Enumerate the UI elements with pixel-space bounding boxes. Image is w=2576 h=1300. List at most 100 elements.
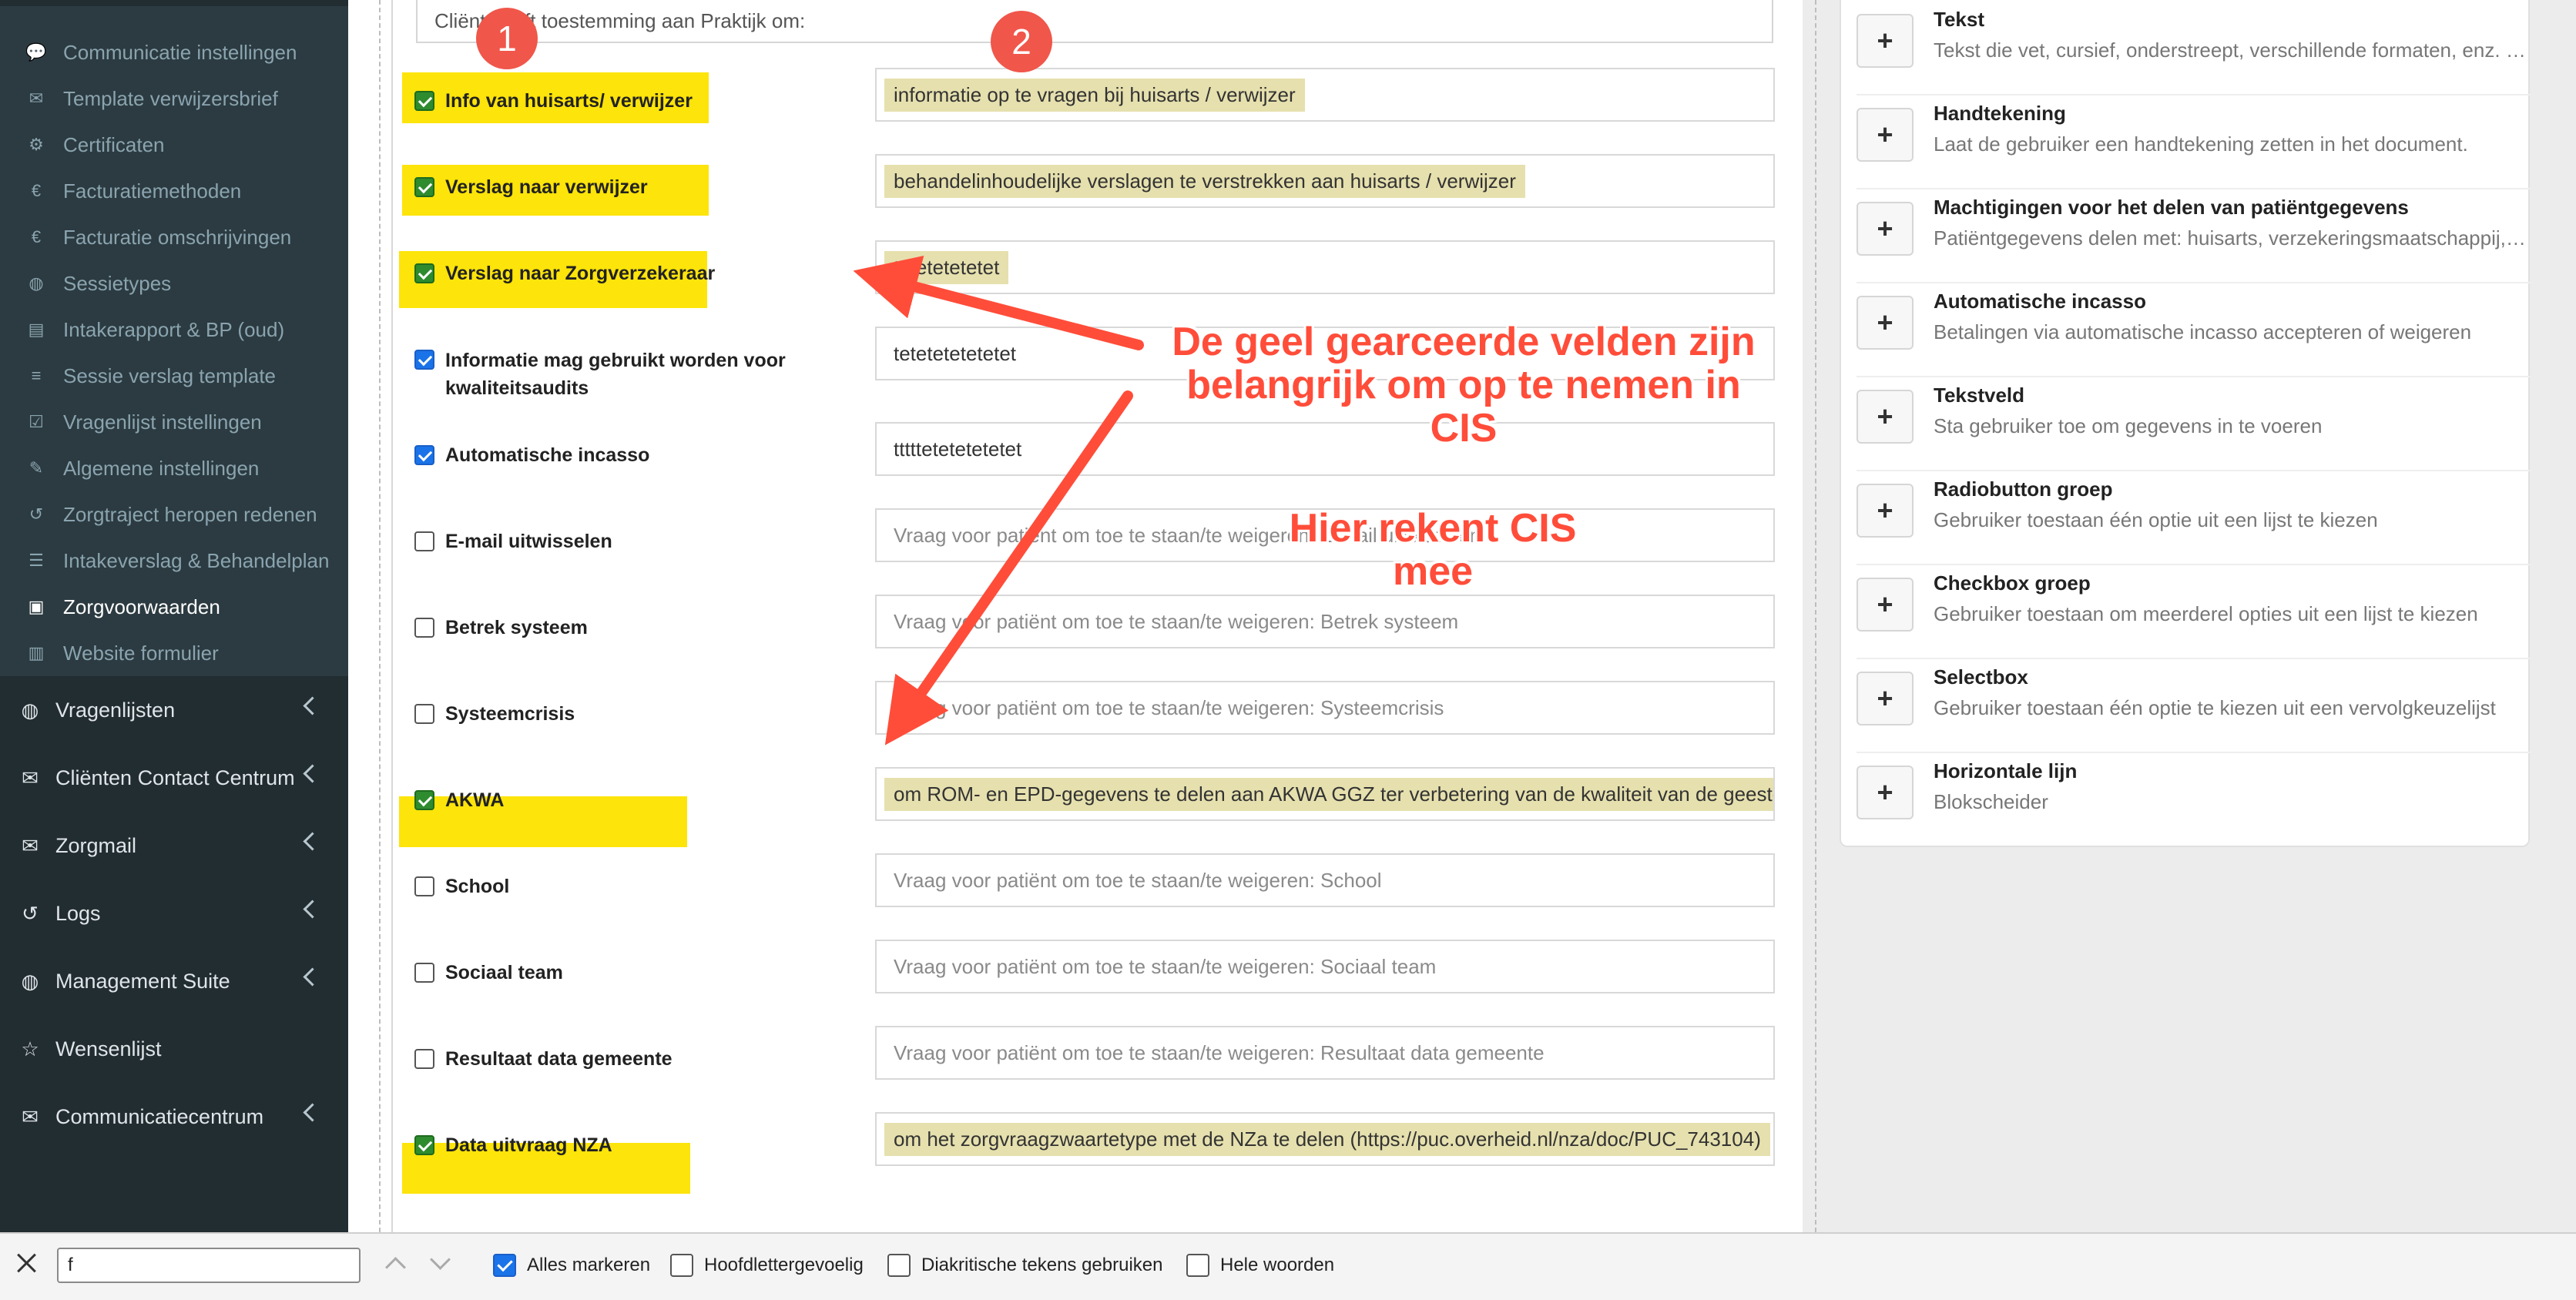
- sidebar-item-label: Cliënten Contact Centrum: [55, 766, 295, 789]
- component-description: Blokscheider: [1934, 790, 2048, 813]
- consent-intro-field[interactable]: Cliënt geeft toestemming aan Praktijk om…: [416, 0, 1773, 43]
- sidebar-item[interactable]: ↺ Logs: [0, 880, 348, 947]
- find-option-checkbox[interactable]: [1186, 1254, 1209, 1277]
- consent-checkbox[interactable]: [414, 704, 434, 724]
- component-description: Betalingen via automatische incasso acce…: [1934, 320, 2472, 343]
- add-component-button[interactable]: +: [1857, 296, 1914, 350]
- checklist-icon: ☑: [29, 412, 44, 431]
- consent-checkbox[interactable]: [414, 876, 434, 896]
- find-option[interactable]: Hele woorden: [1186, 1254, 1334, 1277]
- field-placeholder: Vraag voor patiënt om toe te staan/te we…: [894, 868, 1382, 892]
- find-option-checkbox[interactable]: [493, 1254, 516, 1277]
- consent-label: School: [445, 876, 510, 897]
- component-item: + Horizontale lijn Blokscheider: [1857, 753, 2531, 846]
- sidebar-subitem[interactable]: ▤ Intakerapport & BP (oud): [0, 307, 348, 353]
- component-description: Gebruiker toestaan één optie uit een lij…: [1934, 508, 2378, 531]
- globe-icon: ◍: [29, 273, 44, 293]
- sidebar-item[interactable]: ☆ Wensenlijst: [0, 1015, 348, 1083]
- sidebar-subitem[interactable]: ✎ Algemene instellingen: [0, 445, 348, 491]
- find-option[interactable]: Diakritische tekens gebruiken: [887, 1254, 1163, 1277]
- envelope-icon: ✉: [22, 1104, 39, 1128]
- consent-text-field[interactable]: Vraag voor patiënt om toe te staan/te we…: [875, 853, 1775, 907]
- consent-text-field[interactable]: om ROM- en EPD-gegevens te delen aan AKW…: [875, 767, 1775, 821]
- consent-label: Verslag naar Zorgverzekeraar: [445, 263, 716, 284]
- consent-text-field[interactable]: tetetetetetet: [875, 240, 1775, 294]
- consent-text-field[interactable]: Vraag voor patiënt om toe te staan/te we…: [875, 681, 1775, 735]
- consent-checkbox[interactable]: [414, 177, 434, 197]
- consent-checkbox[interactable]: [414, 91, 434, 111]
- consent-text-field[interactable]: informatie op te vragen bij huisarts / v…: [875, 68, 1775, 122]
- consent-text-field[interactable]: om het zorgvraagzwaartetype met de NZa t…: [875, 1112, 1775, 1166]
- find-option[interactable]: Hoofdlettergevoelig: [670, 1254, 864, 1277]
- sidebar-subitem[interactable]: ↺ Zorgtraject heropen redenen: [0, 491, 348, 538]
- sidebar-subitem[interactable]: ▣ Zorgvoorwaarden: [0, 584, 348, 630]
- sidebar-subitem[interactable]: € Facturatiemethoden: [0, 168, 348, 214]
- sidebar-subitem[interactable]: ⚙ Certificaten: [0, 122, 348, 168]
- find-option[interactable]: Alles markeren: [493, 1254, 650, 1277]
- consent-checkbox[interactable]: [414, 350, 434, 370]
- add-component-button[interactable]: +: [1857, 484, 1914, 538]
- field-value: behandelinhoudelijke verslagen te verstr…: [884, 164, 1525, 198]
- consent-checkbox[interactable]: [414, 618, 434, 638]
- consent-text-field[interactable]: Vraag voor patiënt om toe te staan/te we…: [875, 1026, 1775, 1080]
- sidebar-subitem[interactable]: ▥ Website formulier: [0, 630, 348, 676]
- add-component-button[interactable]: +: [1857, 672, 1914, 725]
- find-option-checkbox[interactable]: [670, 1254, 693, 1277]
- consent-checkbox[interactable]: [414, 263, 434, 283]
- envelope-icon: ✉: [22, 766, 39, 789]
- component-description: Gebruiker toestaan om meerderel opties u…: [1934, 602, 2478, 625]
- briefcase-icon: ▥: [28, 643, 45, 662]
- consent-checkbox[interactable]: [414, 445, 434, 465]
- consent-checkbox[interactable]: [414, 1135, 434, 1155]
- consent-label: Info van huisarts/ verwijzer: [445, 90, 693, 112]
- sidebar-item[interactable]: ✉ Communicatiecentrum: [0, 1083, 348, 1151]
- consent-label: Informatie mag gebruikt worden voor kwal…: [445, 350, 786, 399]
- add-component-button[interactable]: +: [1857, 578, 1914, 632]
- sidebar-subitem[interactable]: ◍ Sessietypes: [0, 260, 348, 307]
- consent-label: Systeemcrisis: [445, 703, 575, 725]
- component-description: Tekst die vet, cursief, onderstreept, ve…: [1934, 39, 2527, 62]
- sidebar-subitem[interactable]: € Facturatie omschrijvingen: [0, 214, 348, 260]
- sidebar-item[interactable]: ◍ Vragenlijsten: [0, 676, 348, 744]
- globe-icon: ◍: [21, 969, 39, 993]
- sidebar-item[interactable]: ◍ Management Suite: [0, 947, 348, 1015]
- find-previous-icon[interactable]: [385, 1257, 406, 1278]
- sidebar-subitem[interactable]: ≡ Sessie verslag template: [0, 353, 348, 399]
- consent-checkbox[interactable]: [414, 790, 434, 810]
- sidebar-subitem-label: Website formulier: [63, 641, 219, 665]
- envelope-icon: ✉: [22, 833, 39, 857]
- sidebar-item[interactable]: ✉ Zorgmail: [0, 812, 348, 880]
- consent-checkbox[interactable]: [414, 963, 434, 983]
- close-icon[interactable]: [14, 1251, 39, 1275]
- component-item: + Radiobutton groep Gebruiker toestaan één…: [1857, 471, 2531, 565]
- add-component-button[interactable]: +: [1857, 766, 1914, 819]
- annotation-callout-sub: Hier rekent CIS mee: [1289, 506, 1577, 594]
- add-component-button[interactable]: +: [1857, 108, 1914, 162]
- sidebar-subitem[interactable]: ☰ Intakeverslag & Behandelplan: [0, 538, 348, 584]
- find-option-label: Hoofdlettergevoelig: [704, 1255, 864, 1275]
- component-item: + Tekst Tekst die vet, cursief, onderstree…: [1857, 2, 2531, 95]
- add-component-button[interactable]: +: [1857, 14, 1914, 68]
- sidebar-item-label: Communicatiecentrum: [55, 1104, 264, 1128]
- component-title: Tekst: [1934, 8, 1984, 31]
- consent-text-field[interactable]: behandelinhoudelijke verslagen te verstr…: [875, 154, 1775, 208]
- consent-text-field[interactable]: Vraag voor patiënt om toe te staan/te we…: [875, 595, 1775, 648]
- sidebar-subitem[interactable]: ☑ Vragenlijst instellingen: [0, 399, 348, 445]
- sidebar-item[interactable]: ✉ Cliënten Contact Centrum: [0, 744, 348, 812]
- component-item: + Checkbox groep Gebruiker toestaan om mee…: [1857, 565, 2531, 659]
- sidebar-subitem[interactable]: ✉ Template verwijzersbrief: [0, 75, 348, 122]
- pdf-icon: ▣: [28, 597, 45, 616]
- consent-label: Data uitvraag NZA: [445, 1134, 612, 1156]
- component-description: Gebruiker toestaan één optie te kiezen u…: [1934, 696, 2496, 719]
- sidebar-subitem-label: Zorgtraject heropen redenen: [63, 502, 317, 526]
- find-input[interactable]: f: [57, 1248, 361, 1283]
- consent-checkbox[interactable]: [414, 531, 434, 551]
- consent-checkbox[interactable]: [414, 1049, 434, 1069]
- find-option-checkbox[interactable]: [887, 1254, 911, 1277]
- field-value: tetetetetetetet: [894, 341, 1017, 365]
- find-next-icon[interactable]: [430, 1249, 451, 1270]
- consent-text-field[interactable]: Vraag voor patiënt om toe te staan/te we…: [875, 940, 1775, 993]
- add-component-button[interactable]: +: [1857, 202, 1914, 256]
- sidebar-subitem[interactable]: 💬 Communicatie instellingen: [0, 29, 348, 75]
- add-component-button[interactable]: +: [1857, 390, 1914, 444]
